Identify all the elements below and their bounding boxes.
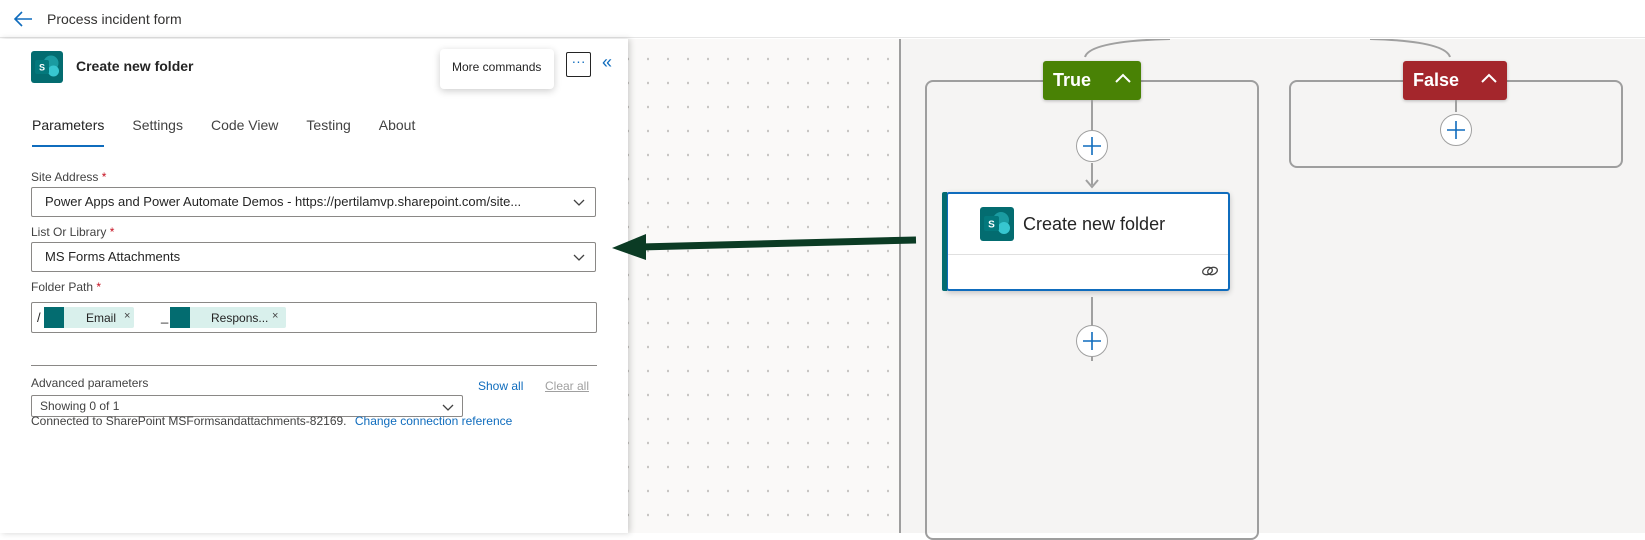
- add-action-button[interactable]: [1076, 130, 1108, 162]
- sharepoint-token-icon: [44, 307, 64, 328]
- action-details-panel: S Create new folder More commands ··· « …: [0, 39, 628, 533]
- section-divider: [31, 365, 597, 366]
- sharepoint-logo-icon: S: [980, 207, 1014, 241]
- plus-icon: [1446, 120, 1465, 139]
- clear-all-link[interactable]: Clear all: [545, 379, 589, 393]
- folder-path-label: Folder Path *: [31, 280, 101, 294]
- sharepoint-token-icon: [170, 307, 190, 328]
- site-address-label: Site Address *: [31, 170, 106, 184]
- card-title: Create new folder: [1023, 214, 1166, 234]
- advanced-parameters-label: Advanced parameters: [31, 376, 149, 390]
- plus-icon: [1082, 331, 1101, 350]
- svg-text:S: S: [39, 63, 45, 73]
- card-accent-strip: [942, 192, 947, 291]
- chevron-down-icon: [573, 199, 585, 206]
- site-address-value: Power Apps and Power Automate Demos - ht…: [45, 194, 522, 209]
- branch-connector-lines: [1084, 39, 1451, 58]
- action-title: Create new folder: [76, 58, 194, 74]
- site-address-dropdown[interactable]: Power Apps and Power Automate Demos - ht…: [31, 187, 596, 217]
- create-folder-action-card[interactable]: S Create new folder: [942, 192, 1230, 291]
- dynamic-content-token[interactable]: Respons... ×: [170, 307, 286, 328]
- panel-tabs: Parameters Settings Code View Testing Ab…: [32, 117, 443, 147]
- list-or-library-value: MS Forms Attachments: [45, 249, 181, 264]
- tab-parameters[interactable]: Parameters: [32, 117, 105, 147]
- required-marker: *: [101, 170, 107, 184]
- advanced-select-value: Showing 0 of 1: [40, 399, 120, 413]
- list-or-library-dropdown[interactable]: MS Forms Attachments: [31, 242, 596, 272]
- folder-path-separator: _: [161, 309, 169, 324]
- svg-text:S: S: [988, 220, 995, 231]
- connection-info: Connected to SharePoint MSFormsandattach…: [31, 414, 512, 428]
- connector-line: [1091, 297, 1093, 327]
- site-address-label-text: Site Address: [31, 170, 99, 184]
- false-branch-label[interactable]: False: [1403, 61, 1507, 100]
- card-divider: [948, 254, 1228, 255]
- connector-line: [1455, 100, 1457, 112]
- chevron-down-icon: [573, 254, 585, 261]
- show-all-link[interactable]: Show all: [478, 379, 523, 393]
- change-connection-link[interactable]: Change connection reference: [355, 414, 512, 428]
- list-or-library-label: List Or Library *: [31, 225, 114, 239]
- tab-testing[interactable]: Testing: [306, 117, 350, 147]
- flow-title: Process incident form: [47, 11, 182, 27]
- add-action-button[interactable]: [1440, 114, 1472, 146]
- chevron-down-icon: [442, 404, 454, 411]
- condition-border-line: [899, 39, 901, 533]
- plus-icon: [1082, 136, 1101, 155]
- token-label: Respons...: [211, 311, 269, 325]
- required-marker: *: [109, 225, 115, 239]
- connector-line: [1091, 356, 1093, 361]
- back-arrow-icon[interactable]: [12, 8, 34, 30]
- true-branch-label[interactable]: True: [1043, 61, 1141, 100]
- connector-arrowhead-icon: [1085, 179, 1099, 189]
- tab-about[interactable]: About: [379, 117, 416, 147]
- chevron-up-icon[interactable]: [1481, 73, 1497, 83]
- connection-text: Connected to SharePoint MSFormsandattach…: [31, 414, 347, 428]
- tab-settings[interactable]: Settings: [132, 117, 183, 147]
- folder-path-label-text: Folder Path: [31, 280, 94, 294]
- remove-token-icon[interactable]: ×: [124, 310, 130, 322]
- folder-path-prefix: /: [37, 310, 41, 325]
- more-commands-button[interactable]: ···: [566, 52, 591, 77]
- true-label-text: True: [1053, 70, 1092, 90]
- false-label-text: False: [1413, 70, 1460, 90]
- required-marker: *: [96, 280, 102, 294]
- sharepoint-logo-icon: S: [31, 51, 63, 83]
- top-bar: Process incident form: [0, 0, 1645, 38]
- more-commands-tooltip: More commands: [440, 49, 554, 89]
- dynamic-content-token[interactable]: Email ×: [44, 307, 134, 328]
- chevron-up-icon[interactable]: [1115, 73, 1131, 83]
- tab-code-view[interactable]: Code View: [211, 117, 278, 147]
- collapse-panel-icon[interactable]: «: [602, 53, 622, 73]
- add-action-button[interactable]: [1076, 325, 1108, 357]
- remove-token-icon[interactable]: ×: [272, 310, 278, 322]
- link-icon[interactable]: [1201, 264, 1219, 278]
- token-label: Email: [86, 311, 117, 325]
- list-or-library-label-text: List Or Library: [31, 225, 107, 239]
- folder-path-input[interactable]: / Email × _ Respons... ×: [31, 302, 597, 333]
- annotation-arrow-icon: [612, 234, 917, 260]
